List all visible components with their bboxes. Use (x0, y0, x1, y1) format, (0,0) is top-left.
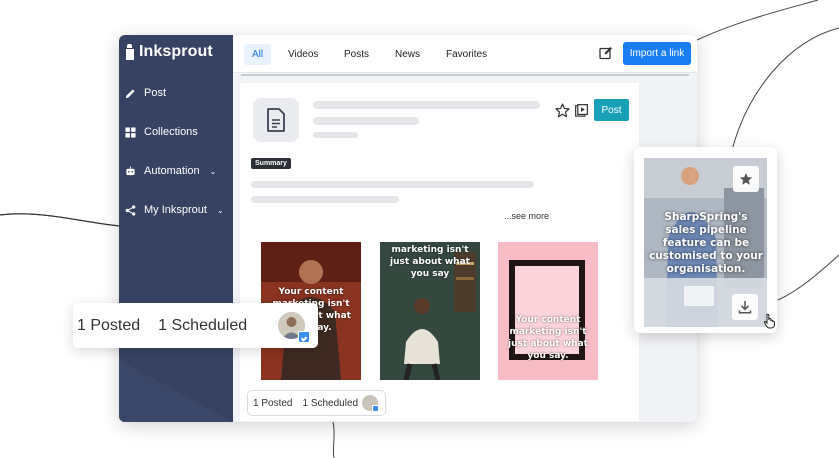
title-placeholder (313, 101, 540, 109)
grid-icon (125, 126, 136, 138)
see-more-link[interactable]: ...see more (504, 211, 549, 221)
tab-all[interactable]: All (244, 44, 272, 65)
thumbnail-caption: marketing isn't just about what you say (390, 245, 470, 279)
thumbnail-caption: Your content marketing isn't just about … (508, 315, 588, 361)
sidebar-item-automation[interactable]: Automation ⌄ (125, 165, 216, 177)
robot-icon (126, 165, 135, 175)
inksprout-logo-icon (126, 44, 134, 60)
sidebar-item-label: Automation (144, 165, 200, 177)
favorite-button[interactable] (733, 166, 759, 192)
sidebar-item-label: Post (144, 87, 167, 99)
scheduled-count: 1 Scheduled (302, 397, 359, 409)
star-icon[interactable] (555, 103, 570, 118)
tab-videos[interactable]: Videos (280, 44, 326, 65)
content-card: Post Summary ...see more Your content ma… (240, 83, 639, 421)
text-placeholder (251, 196, 399, 203)
post-status-pill: 1 Posted 1 Scheduled (247, 390, 386, 416)
pencil-icon (125, 88, 135, 98)
document-icon (267, 108, 285, 132)
twitter-icon (298, 331, 310, 343)
text-placeholder (251, 181, 534, 188)
divider (241, 74, 689, 76)
edit-icon[interactable] (599, 46, 613, 60)
summary-badge: Summary (251, 158, 291, 169)
sidebar-item-post[interactable]: Post (125, 87, 166, 99)
scheduled-count: 1 Scheduled (158, 316, 248, 334)
sidebar-item-collections[interactable]: Collections (125, 126, 198, 138)
subtitle-placeholder (313, 117, 419, 125)
document-thumbnail (253, 98, 299, 142)
post-status-card: 1 Posted 1 Scheduled (73, 303, 318, 348)
brand[interactable]: Inksprout (126, 43, 213, 61)
top-bar: All Videos Posts News Favorites Import a… (233, 35, 697, 73)
chevron-down-icon: ⌄ (209, 166, 217, 176)
sidebar-item-my-inksprout[interactable]: My Inksprout ⌄ (125, 204, 224, 216)
brand-name: Inksprout (139, 43, 213, 60)
hand-cursor-icon (763, 313, 775, 329)
floating-post-card[interactable]: SharpSpring's sales pipeline feature can… (634, 147, 777, 333)
media-icon[interactable] (575, 104, 588, 117)
app-window: Inksprout Post Collections Automation ⌄ … (119, 35, 697, 422)
post-thumbnail[interactable]: Your content marketing isn't just about … (498, 242, 598, 380)
sidebar-item-label: Collections (144, 126, 198, 138)
post-thumbnail[interactable]: marketing isn't just about what you say (380, 242, 480, 380)
posted-count: 1 Posted (77, 316, 141, 334)
share-icon (125, 204, 136, 216)
twitter-icon (372, 405, 379, 412)
chevron-down-icon: ⌄ (216, 205, 224, 215)
download-icon (738, 301, 752, 314)
post-image: SharpSpring's sales pipeline feature can… (644, 158, 767, 327)
tab-posts[interactable]: Posts (336, 44, 377, 65)
sidebar: Inksprout Post Collections Automation ⌄ … (119, 35, 233, 422)
tab-favorites[interactable]: Favorites (438, 44, 495, 65)
posted-count: 1 Posted (253, 397, 293, 409)
star-icon (739, 173, 753, 185)
tab-news[interactable]: News (387, 44, 428, 65)
download-button[interactable] (732, 294, 758, 320)
sidebar-item-label: My Inksprout (144, 204, 207, 216)
main-panel: All Videos Posts News Favorites Import a… (233, 35, 697, 422)
import-link-button[interactable]: Import a link (623, 42, 691, 65)
post-caption: SharpSpring's sales pipeline feature can… (649, 211, 763, 275)
meta-placeholder (313, 132, 358, 138)
post-button[interactable]: Post (594, 99, 629, 121)
